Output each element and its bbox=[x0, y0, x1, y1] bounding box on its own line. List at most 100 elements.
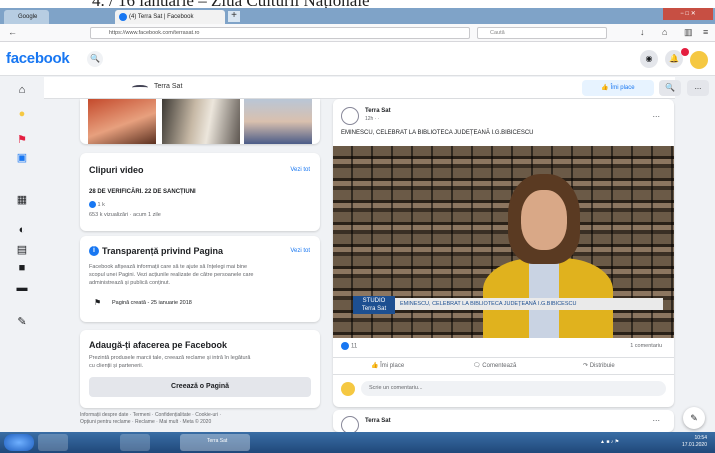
post-timestamp[interactable]: 12h · · bbox=[365, 116, 379, 122]
photo-thumbnail[interactable] bbox=[88, 99, 156, 144]
post-video[interactable]: STUDIO Terra Sat EMINESCU, CELEBRAT LA BI… bbox=[333, 146, 674, 338]
download-icon[interactable]: ↓ bbox=[640, 27, 645, 37]
gaming-icon[interactable]: ■ bbox=[15, 261, 29, 275]
post-more-button[interactable]: ... bbox=[652, 413, 660, 423]
tab-label: Google bbox=[18, 14, 38, 20]
messenger-icon[interactable]: ◉ bbox=[640, 50, 658, 68]
post-author-name[interactable]: Terra Sat bbox=[365, 418, 391, 424]
page-name[interactable]: Terra Sat bbox=[154, 83, 182, 90]
thumbs-up-icon: 👍 bbox=[371, 363, 381, 369]
create-page-button[interactable]: Creează o Pagină bbox=[89, 377, 311, 397]
transparency-see-all-link[interactable]: Vezi tot bbox=[290, 248, 310, 254]
videos-card: Clipuri video Vezi tot 28 DE VERIFICĂRI.… bbox=[80, 153, 320, 231]
notification-badge bbox=[681, 48, 689, 56]
photo-thumbnail[interactable] bbox=[162, 99, 240, 144]
comment-icon: 🗨 bbox=[473, 363, 483, 369]
studio-logo: STUDIO Terra Sat bbox=[353, 296, 395, 314]
transparency-title: Transparență privind Pagina bbox=[102, 246, 224, 256]
url-bar[interactable]: https://www.facebook.com/terrasat.ro bbox=[90, 27, 470, 39]
video-title[interactable]: 28 DE VERIFICĂRI. 22 DE SANCȚIUNI bbox=[89, 189, 196, 195]
video-meta: 653 k vizualizări · acum 1 zile bbox=[89, 212, 161, 218]
share-label: Distribuie bbox=[589, 363, 615, 369]
business-desc-line: cu clienții și partenerii. bbox=[89, 363, 144, 369]
like-reaction-icon bbox=[341, 342, 349, 350]
system-tray-icons[interactable]: ▲ ■ ♪ ⚑ bbox=[600, 439, 619, 445]
browser-tab-facebook[interactable]: (4) Terra Sat | Facebook bbox=[115, 10, 225, 24]
share-button[interactable]: ↷ Distribuie bbox=[583, 362, 615, 369]
page-more-button[interactable]: ... bbox=[687, 80, 709, 96]
taskbar-window-label: Terra Sat bbox=[207, 438, 228, 444]
menu-icon[interactable]: ≡ bbox=[703, 27, 708, 37]
browser-search-input[interactable]: Caută bbox=[477, 27, 607, 39]
my-avatar bbox=[341, 382, 355, 396]
post-author-avatar[interactable] bbox=[341, 107, 359, 125]
groups-icon[interactable]: ◐ bbox=[15, 223, 29, 237]
comments-count[interactable]: 1 comentariu bbox=[630, 343, 662, 349]
transparency-desc-line: scopul unei Pagini. Vezi acțiunile reali… bbox=[89, 272, 254, 278]
taskbar-clock[interactable]: 10:54 17.01.2020 bbox=[682, 435, 707, 449]
search-icon[interactable]: 🔍 bbox=[87, 51, 103, 67]
events-icon[interactable]: ▤ bbox=[15, 243, 29, 257]
new-message-button[interactable]: ✎ bbox=[683, 407, 705, 429]
video-reactions-count: 1 k bbox=[97, 201, 105, 208]
post-more-button[interactable]: ... bbox=[652, 109, 660, 119]
browser-tab-bar: Google (4) Terra Sat | Facebook + − □ ✕ bbox=[0, 8, 715, 24]
clock-time: 10:54 bbox=[694, 435, 707, 441]
profile-icon[interactable]: ● bbox=[15, 107, 29, 121]
post-card: Terra Sat ... bbox=[333, 410, 674, 432]
new-tab-button[interactable]: + bbox=[228, 11, 240, 22]
home-icon[interactable]: ⌂ bbox=[662, 27, 667, 37]
facebook-favicon-icon bbox=[119, 13, 127, 21]
info-icon: i bbox=[89, 246, 99, 256]
edit-shortcuts-icon[interactable]: ✎ bbox=[15, 315, 29, 329]
photo-thumbnail[interactable] bbox=[244, 99, 312, 144]
facebook-logo[interactable]: facebook bbox=[6, 50, 70, 67]
post-reactions[interactable]: 11 bbox=[341, 342, 357, 350]
video-reactions: 1 k bbox=[89, 201, 105, 208]
like-button[interactable]: 👍 Îmi place bbox=[371, 362, 404, 369]
home-icon[interactable]: ⌂ bbox=[15, 83, 29, 97]
library-icon[interactable]: ▥ bbox=[684, 27, 693, 38]
share-icon: ↷ bbox=[583, 363, 590, 369]
videos-see-all-link[interactable]: Vezi tot bbox=[290, 167, 310, 173]
flag-icon: ⚑ bbox=[94, 298, 102, 307]
explorer-taskbar-icon[interactable] bbox=[38, 434, 68, 451]
watch-icon[interactable]: ▣ bbox=[15, 151, 29, 165]
speaker-figure bbox=[521, 190, 567, 250]
photos-strip bbox=[80, 99, 320, 144]
comment-button[interactable]: 🗨 Comentează bbox=[473, 362, 516, 369]
fundraiser-icon[interactable]: ▬ bbox=[15, 281, 29, 295]
footer-line[interactable]: Opțiuni pentru reclame · Reclame · Mai m… bbox=[80, 419, 320, 426]
like-reaction-icon bbox=[89, 201, 96, 208]
comment-label: Comentează bbox=[482, 363, 517, 369]
thumbs-up-icon: 👍 bbox=[601, 85, 611, 91]
post-action-bar: 👍 Îmi place 🗨 Comentează ↷ Distribuie bbox=[333, 357, 674, 375]
page-subheader: Terra Sat 👍 Îmi place 🔍 ... bbox=[44, 77, 709, 99]
browser-tab-google[interactable]: Google bbox=[4, 10, 49, 24]
post-author-avatar[interactable] bbox=[341, 416, 359, 432]
post-author-name[interactable]: Terra Sat bbox=[365, 108, 391, 114]
back-icon[interactable]: ← bbox=[8, 27, 17, 37]
marketplace-icon[interactable]: ▦ bbox=[15, 193, 29, 207]
like-page-label: Îmi place bbox=[610, 85, 635, 91]
video-lower-third: STUDIO Terra Sat EMINESCU, CELEBRAT LA BI… bbox=[353, 296, 663, 314]
page-search-button[interactable]: 🔍 bbox=[659, 80, 681, 96]
window-controls[interactable]: − □ ✕ bbox=[663, 8, 713, 20]
comment-input[interactable]: Scrie un comentariu... bbox=[361, 381, 666, 396]
clock-date: 17.01.2020 bbox=[681, 442, 707, 448]
post-card: Terra Sat 12h · · ... EMINESCU, CELEBRAT… bbox=[333, 99, 674, 407]
transparency-desc-line: Facebook afișează informații care să te … bbox=[89, 264, 248, 270]
facebook-header: facebook 🔍 ◉ 🔔 bbox=[0, 42, 715, 76]
pages-flag-icon[interactable]: ⚑ bbox=[15, 133, 29, 147]
footer-line[interactable]: Informații despre date · Termeni · Confi… bbox=[80, 412, 320, 419]
like-page-button[interactable]: 👍 Îmi place bbox=[582, 80, 654, 96]
business-card: Adaugă-ți afacerea pe Facebook Prezintă … bbox=[80, 330, 320, 408]
page-avatar bbox=[132, 85, 148, 90]
reactions-count: 11 bbox=[351, 343, 358, 350]
account-avatar[interactable] bbox=[690, 51, 708, 69]
video-caption: EMINESCU, CELEBRAT LA BIBLIOTECA JUDEȚEA… bbox=[395, 298, 663, 310]
transparency-card: Transparență privind Pagina i Vezi tot F… bbox=[80, 236, 320, 322]
start-button[interactable] bbox=[4, 434, 34, 451]
footer-links: Informații despre date · Termeni · Confi… bbox=[80, 412, 320, 426]
browser-taskbar-icon[interactable] bbox=[120, 434, 150, 451]
